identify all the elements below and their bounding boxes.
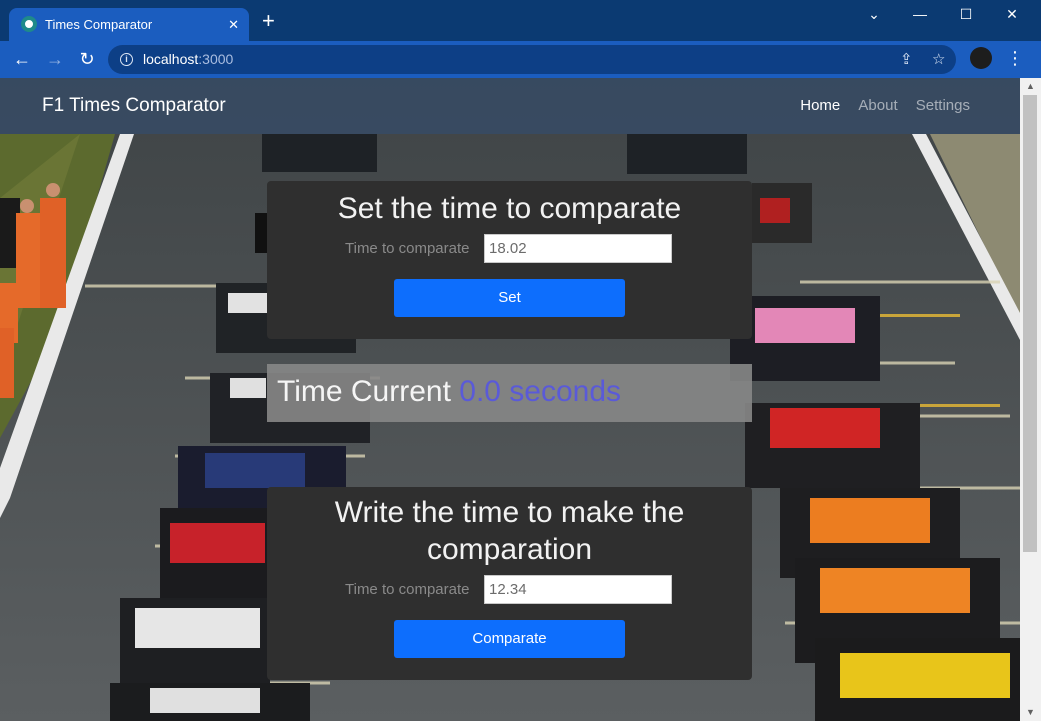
compare-time-label: Time to comparate (345, 581, 470, 598)
page-viewport: F1 Times Comparator Home About Settings … (0, 78, 1020, 721)
current-time-banner: Time Current 0.0 seconds (267, 364, 752, 422)
share-icon[interactable]: ⇪ (900, 45, 913, 74)
site-favicon-icon (21, 16, 37, 32)
compare-time-form-row: Time to comparate (267, 575, 752, 604)
forward-button[interactable]: → (43, 47, 67, 71)
bookmark-star-icon[interactable]: ☆ (932, 45, 945, 74)
profile-avatar[interactable] (970, 47, 992, 69)
nav-link-home[interactable]: Home (800, 97, 840, 114)
page-scrollbar[interactable]: ▲ ▼ (1020, 78, 1041, 721)
navbar-links: Home About Settings (786, 97, 970, 114)
back-button[interactable]: ← (10, 47, 34, 71)
nav-link-settings[interactable]: Settings (916, 97, 970, 114)
current-time-value: 0.0 seconds (459, 375, 622, 408)
set-time-input[interactable] (484, 234, 672, 263)
browser-toolbar: ← → ↻ i localhost:3000 ⇪ ☆ ⋮ (0, 41, 1041, 78)
url-host: localhost (143, 51, 199, 67)
nav-link-about[interactable]: About (858, 97, 897, 114)
maximize-button[interactable]: ☐ (943, 4, 989, 24)
set-time-form-row: Time to comparate (267, 234, 752, 263)
scroll-down-arrow-icon[interactable]: ▼ (1026, 707, 1035, 717)
url-port: :3000 (198, 51, 234, 67)
address-bar[interactable]: i localhost:3000 ⇪ ☆ (108, 45, 956, 74)
browser-menu-icon[interactable]: ⋮ (1006, 46, 1024, 70)
compare-time-card: Write the time to make the comparation T… (267, 487, 752, 680)
compare-time-title-line1: Write the time to make the (334, 496, 685, 529)
browser-tab[interactable]: Times Comparator ✕ (9, 8, 249, 41)
current-time-label: Time Current (277, 375, 451, 408)
app-navbar: F1 Times Comparator Home About Settings (0, 78, 1020, 134)
compare-time-input[interactable] (484, 575, 672, 604)
compare-time-title-line2: comparation (426, 533, 593, 566)
set-time-card: Set the time to comparate Time to compar… (267, 181, 752, 339)
scroll-up-arrow-icon[interactable]: ▲ (1026, 81, 1035, 91)
scrollbar-thumb[interactable] (1023, 95, 1037, 552)
address-url: localhost:3000 (143, 45, 233, 74)
site-info-icon[interactable]: i (120, 53, 133, 66)
set-time-title: Set the time to comparate (337, 192, 682, 225)
reload-button[interactable]: ↻ (75, 47, 99, 71)
set-button[interactable]: Set (394, 279, 625, 317)
browser-titlebar: Times Comparator ✕ + ⌄ — ☐ ✕ (0, 0, 1041, 41)
set-time-label: Time to comparate (345, 240, 470, 257)
tab-close-icon[interactable]: ✕ (228, 8, 239, 41)
navbar-brand[interactable]: F1 Times Comparator (42, 95, 226, 117)
comparate-button[interactable]: Comparate (394, 620, 625, 658)
new-tab-button[interactable]: + (262, 6, 275, 36)
close-window-button[interactable]: ✕ (989, 4, 1035, 24)
minimize-button[interactable]: — (897, 4, 943, 24)
tab-title: Times Comparator (45, 17, 153, 32)
tab-search-chevron-icon[interactable]: ⌄ (851, 4, 897, 24)
